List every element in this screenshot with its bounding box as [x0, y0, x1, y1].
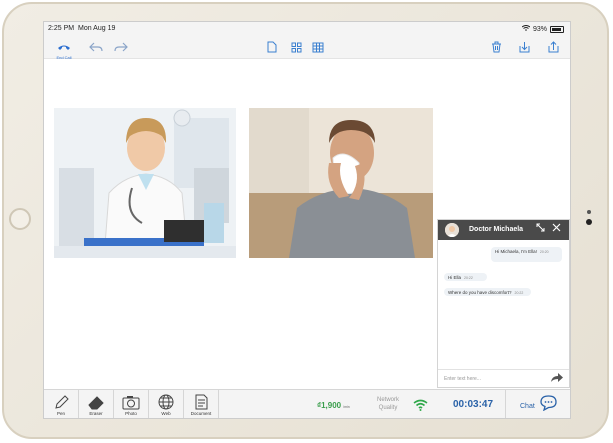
price-value: ₫1,900: [317, 401, 342, 410]
chat-button[interactable]: Chat: [505, 390, 570, 418]
network-wifi-icon: [413, 398, 428, 416]
tool-label: Pen: [56, 411, 65, 416]
patient-video-image: [249, 108, 433, 258]
tool-label: Photo: [125, 411, 137, 416]
status-bar: 2:25 PM Mon Aug 19 93%: [44, 22, 570, 36]
pen-tool[interactable]: Pen: [44, 390, 79, 418]
undo-button[interactable]: [88, 39, 104, 55]
tool-label: Eraser: [89, 411, 103, 416]
camera-dot: [586, 219, 592, 225]
document-icon: [195, 394, 208, 410]
end-call-button[interactable]: End Call: [52, 38, 76, 60]
message-text: Hi Michaela, I'm Ella!: [495, 249, 537, 254]
network-quality-label: Network Quality: [376, 397, 399, 411]
message-time: 20:22: [464, 276, 473, 280]
download-icon: [519, 42, 529, 53]
chat-header: Doctor Michaela: [438, 220, 569, 240]
redo-icon: [114, 42, 128, 52]
battery-icon: [550, 25, 564, 33]
status-date: Mon Aug 19: [78, 25, 116, 32]
top-toolbar: End Call: [44, 36, 570, 60]
tool-label: Document: [190, 411, 212, 416]
grid-view-button[interactable]: [288, 39, 304, 55]
doctor-avatar: [445, 223, 459, 237]
call-timer: 00:03:47: [453, 399, 494, 410]
close-chat-button[interactable]: [552, 223, 561, 237]
upload-icon: [548, 41, 558, 53]
table-icon: [312, 42, 324, 52]
patient-video: [249, 108, 433, 258]
chat-button-label: Chat: [520, 403, 535, 410]
expand-icon: [536, 223, 545, 232]
pen-icon: [55, 395, 69, 409]
price-rate: ₫1,900/min: [317, 401, 350, 410]
chat-message-incoming: Hi Ella 20:22: [444, 273, 487, 281]
expand-chat-button[interactable]: [536, 223, 545, 237]
chat-bubble-icon: [540, 395, 557, 411]
grid-icon: [291, 42, 301, 52]
trash-icon: [491, 41, 501, 53]
send-icon: [551, 373, 563, 382]
close-icon: [552, 223, 561, 232]
app-screen: 2:25 PM Mon Aug 19 93% End Call Doctor M…: [43, 21, 571, 419]
phone-hangup-icon: [58, 45, 70, 50]
globe-icon: [158, 394, 174, 410]
new-page-button[interactable]: [264, 39, 280, 55]
doctor-video: [54, 108, 236, 258]
battery-percent: 93%: [532, 25, 547, 33]
message-text: Hi Ella: [448, 275, 462, 280]
status-time: 2:25 PM: [48, 25, 75, 32]
chat-message-incoming: Where do you have discomfort? 20:22: [444, 288, 531, 296]
price-unit: /min: [343, 405, 350, 409]
download-button[interactable]: [516, 39, 532, 55]
status-right: 93%: [521, 25, 564, 33]
chat-panel: Doctor Michaela Hi Michaela, I'm Ella! 20…: [437, 219, 570, 388]
end-call-label: End Call: [56, 55, 72, 60]
photo-tool[interactable]: Photo: [114, 390, 149, 418]
doctor-video-image: [54, 108, 236, 258]
web-tool[interactable]: Web: [149, 390, 184, 418]
table-view-button[interactable]: [310, 39, 326, 55]
document-tool[interactable]: Document: [184, 390, 219, 418]
chat-message-outgoing: Hi Michaela, I'm Ella! 20:20: [491, 247, 562, 262]
page-icon: [267, 41, 277, 53]
upload-button[interactable]: [545, 39, 561, 55]
message-text: Where do you have discomfort?: [448, 290, 512, 295]
home-button[interactable]: [9, 208, 31, 230]
chat-input[interactable]: Enter text here...: [438, 369, 569, 387]
wifi-status-icon: [521, 25, 531, 33]
tool-label: Web: [161, 411, 171, 416]
eraser-tool[interactable]: Eraser: [79, 390, 114, 418]
send-button[interactable]: [551, 373, 563, 385]
camera-icon: [122, 396, 140, 410]
redo-button[interactable]: [113, 39, 129, 55]
delete-button[interactable]: [488, 39, 504, 55]
sensor-dot: [587, 210, 591, 214]
chat-title: Doctor Michaela: [469, 226, 524, 233]
eraser-icon: [88, 396, 104, 410]
chat-input-placeholder: Enter text here...: [444, 376, 481, 382]
bottom-bar: Pen Eraser Photo Web Document ₫1,900/min…: [44, 389, 570, 418]
message-time: 20:20: [539, 250, 549, 254]
undo-icon: [89, 42, 103, 52]
message-time: 20:22: [514, 291, 524, 295]
